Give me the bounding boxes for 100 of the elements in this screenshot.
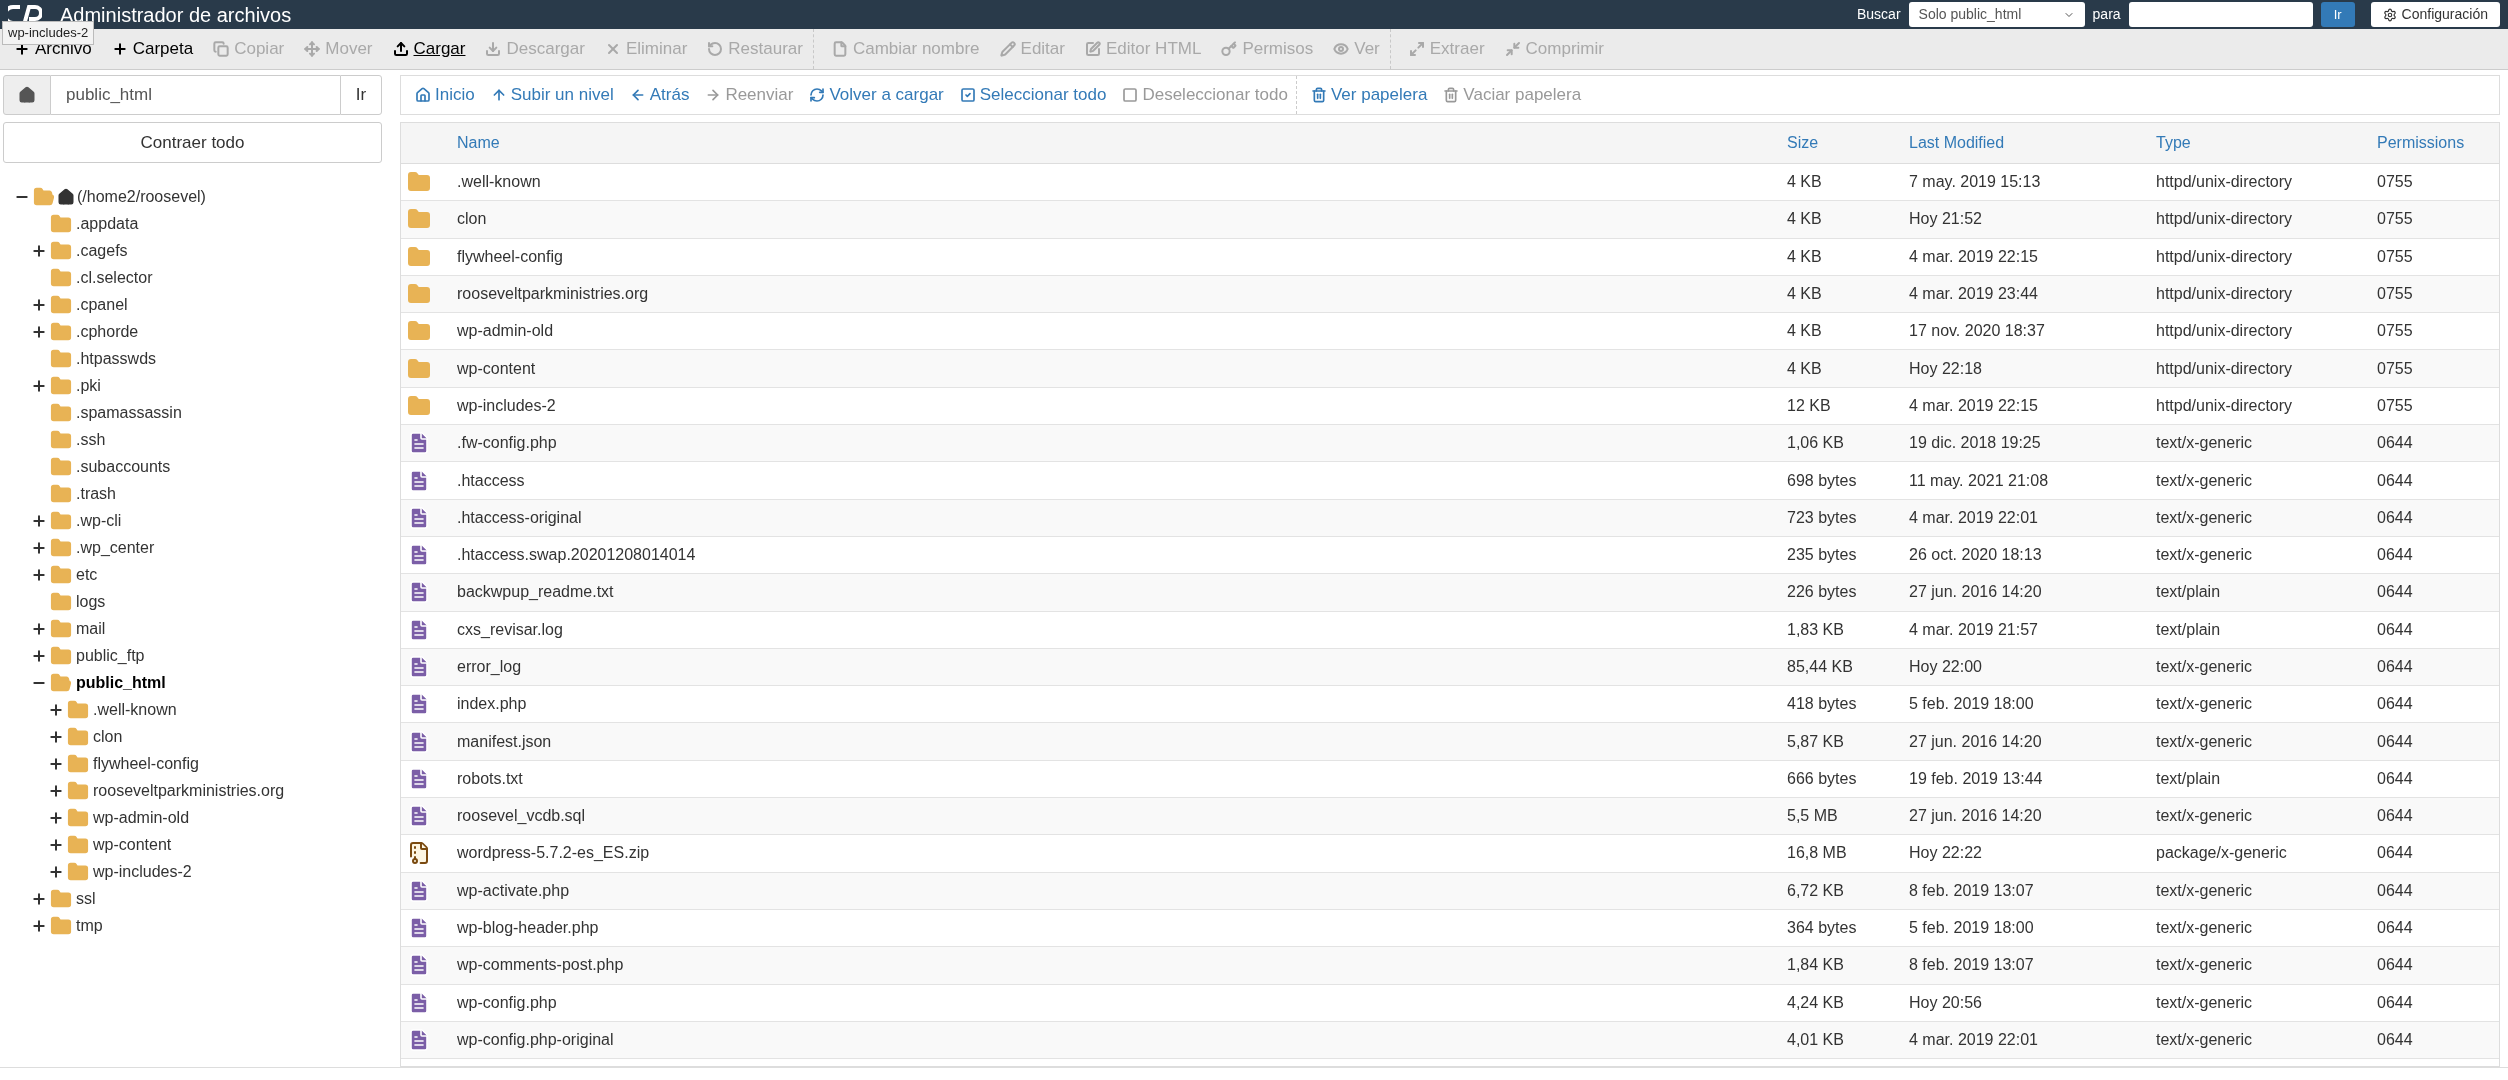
file-row[interactable]: .htaccess-original 723 bytes 4 mar. 2019 22:01 text/x-generic 0644 [401,499,2499,537]
tree-item[interactable]: .wp-cli [76,508,122,533]
nav-button[interactable]: Subir un nivel [482,82,622,108]
file-type: httpd/unix-directory [2156,358,2294,379]
tree-item[interactable]: .pki [76,373,101,398]
expand-icon[interactable] [31,242,47,259]
expand-icon[interactable] [48,809,64,826]
file-row[interactable]: error_log 85,44 KB Hoy 22:00 text/x-generic 0644 [401,648,2499,687]
tree-item[interactable]: (/home2/roosevel) [77,184,206,209]
column-header[interactable]: Size [1787,131,1909,155]
nav-button[interactable]: Ver papelera [1302,82,1436,108]
file-row[interactable]: manifest.json 5,87 KB 27 jun. 2016 14:20 text/x-generic 0644 [401,723,2499,761]
tree-item[interactable]: .appdata [76,211,139,236]
file-size: 4 KB [1787,172,1823,193]
file-name: wp-content [457,358,537,379]
file-row[interactable]: roosevel_vcdb.sql 5,5 MB 27 jun. 2016 14:20 text/x-generic 0644 [401,798,2499,836]
expand-icon[interactable] [48,701,64,718]
tree-item[interactable]: .cphorde [76,319,139,344]
folder-icon [67,725,89,748]
tree-item[interactable]: .spamassassin [76,400,182,425]
expand-icon[interactable] [31,512,47,529]
file-type: httpd/unix-directory [2156,321,2294,342]
file-type: text/x-generic [2156,507,2254,528]
tree-item[interactable]: .trash [76,481,116,506]
file-row[interactable]: wp-content 4 KB Hoy 22:18 httpd/unix-directory 0755 [401,350,2499,388]
toolbar-button[interactable]: Carpeta [101,36,204,62]
file-row[interactable]: wp-config.php-original 4,01 KB 4 mar. 2019 22:01 text/x-generic 0644 [401,1021,2499,1060]
nav-button[interactable]: Atrás [621,82,698,108]
expand-icon[interactable] [48,863,64,880]
scope-select[interactable]: Solo public_html [1908,2,2085,27]
expand-icon[interactable] [48,755,64,772]
permissions: 0755 [2377,209,2413,230]
modified-date: 5 feb. 2019 18:00 [1909,694,2035,715]
expand-icon[interactable] [31,647,47,664]
expand-icon[interactable] [31,323,47,340]
collapse-all-button[interactable]: Contraer todo [3,122,382,163]
tree-item[interactable]: .ssh [76,427,106,452]
expand-icon[interactable] [31,917,47,934]
compress-icon [1504,41,1521,57]
file-row[interactable]: wp-comments-post.php 1,84 KB 8 feb. 2019 13:07 text/x-generic 0644 [401,947,2499,985]
tree-item[interactable]: flywheel-config [93,751,199,776]
toolbar-button[interactable]: Cargar [382,36,476,62]
nav-button[interactable]: Volver a cargar [801,82,952,108]
permissions: 0644 [2377,657,2413,677]
tree-item[interactable]: mail [76,616,106,641]
trash-icon [1443,87,1460,103]
expand-icon[interactable] [31,296,47,313]
file-size: 4,24 KB [1787,992,1845,1013]
tree-item[interactable]: wp-includes-2 [93,859,192,884]
nav-button[interactable]: Inicio [407,82,483,108]
go-button[interactable]: Ir [340,75,382,115]
file-name: robots.txt [457,768,524,789]
tree-item[interactable]: rooseveltparkministries.org [93,778,285,803]
file-name: wp-config.php [457,992,558,1013]
go-button[interactable]: Ir [2320,2,2355,27]
modified-date: 27 jun. 2016 14:20 [1909,582,2043,603]
tree-item[interactable]: clon [93,724,123,749]
folder-icon [67,806,89,829]
file-size: 4 KB [1787,284,1823,305]
tree-item[interactable]: public_ftp [76,643,145,668]
expand-icon[interactable] [31,620,47,637]
expand-icon[interactable] [31,377,47,394]
tree-item[interactable]: .cl.selector [76,265,153,290]
file-row[interactable]: clon 4 KB Hoy 21:52 httpd/unix-directory 0755 [401,201,2499,239]
expand-icon[interactable] [31,566,47,583]
expand-icon[interactable] [48,728,64,745]
search-field[interactable] [2128,2,2313,27]
tree-item[interactable]: .wp_center [76,535,155,560]
expand-icon[interactable] [31,890,47,907]
file-row[interactable]: .fw-config.php 1,06 KB 19 dic. 2018 19:25 text/x-generic 0644 [401,425,2499,463]
file-row[interactable]: wp-activate.php 6,72 KB 8 feb. 2019 13:07 text/x-generic 0644 [401,872,2499,910]
tree-item[interactable]: ssl [76,886,96,911]
file-row[interactable]: rooseveltparkministries.org 4 KB 4 mar. 2019 23:44 httpd/unix-directory 0755 [401,275,2499,314]
tree-item[interactable]: .cagefs [76,238,128,263]
modified-date: Hoy 21:52 [1909,209,1983,230]
tree-item[interactable]: .subaccounts [76,454,171,479]
file-size: 1,06 KB [1787,433,1845,454]
settings-button[interactable]: Configuración [2370,2,2500,27]
expand-icon[interactable] [48,836,64,853]
home-button[interactable] [3,75,51,115]
column-header[interactable]: Name [457,131,1787,155]
tree-item[interactable]: wp-admin-old [93,805,190,830]
file-row[interactable]: backwpup_readme.txt 226 bytes 27 jun. 2016 14:20 text/plain 0644 [401,574,2499,612]
tree-item[interactable]: tmp [76,913,103,938]
expand-icon[interactable] [31,539,47,556]
tree-item[interactable]: .well-known [93,697,177,722]
path-field[interactable]: public_html [51,75,340,115]
column-header[interactable]: Type [2156,131,2377,155]
tree-item[interactable]: .cpanel [76,292,128,317]
tree-item[interactable]: .htpasswds [76,346,157,371]
permissions: 0644 [2377,806,2413,827]
tree-item[interactable]: etc [76,562,98,587]
tree-item[interactable]: public_html [76,670,166,695]
folder-icon [67,860,89,883]
nav-button[interactable]: Seleccionar todo [951,82,1115,108]
column-header[interactable]: Last Modified [1909,131,2156,155]
tree-item[interactable]: logs [76,589,106,614]
tree-item[interactable]: wp-content [93,832,172,857]
column-header[interactable]: Permissions [2377,131,2465,155]
expand-icon[interactable] [48,782,64,799]
